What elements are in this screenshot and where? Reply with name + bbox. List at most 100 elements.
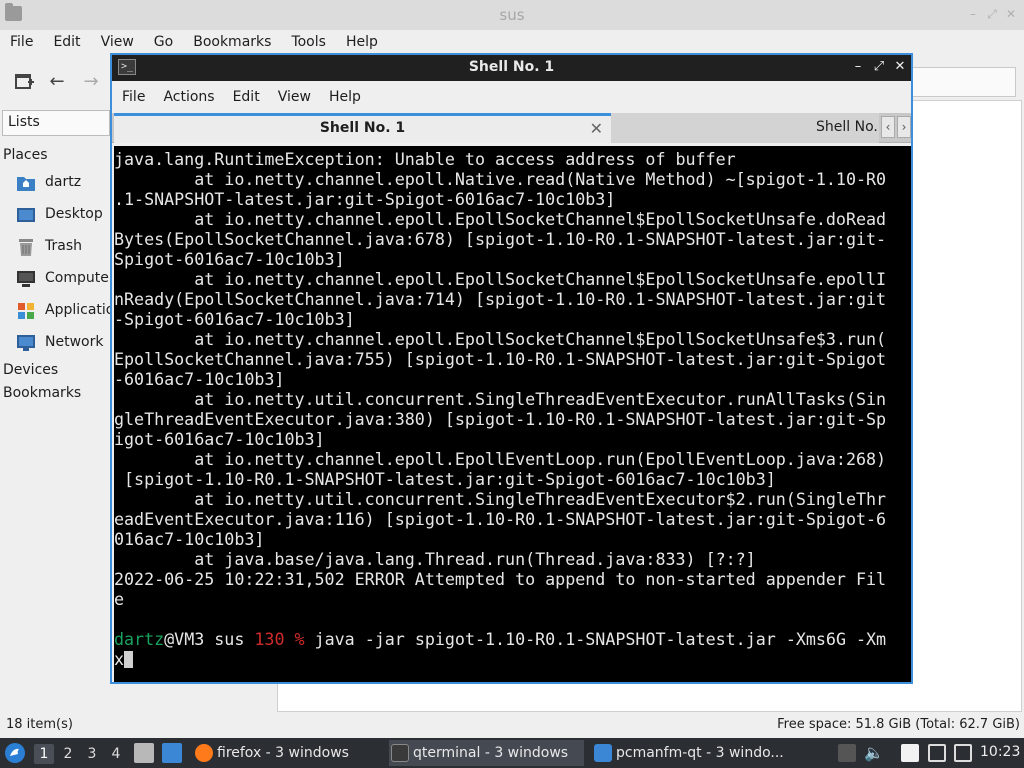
terminal-line: -Spigot-6016ac7-10c10b3] [114, 309, 355, 329]
terminal-line: 016ac7-10c10b3] [114, 529, 265, 549]
menu-edit[interactable]: Edit [223, 81, 268, 113]
firefox-icon [195, 744, 213, 762]
sidebar-item-trash[interactable]: Trash [16, 235, 116, 261]
path-bar[interactable] [908, 67, 1016, 97]
menu-view[interactable]: View [268, 81, 319, 113]
terminal-line: at java.base/java.lang.Thread.run(Thread… [114, 549, 756, 569]
terminal-menubar: File Actions Edit View Help [112, 81, 911, 113]
prompt-continuation-line: x [114, 649, 886, 669]
taskbar-task-qterminal[interactable]: qterminal - 3 windows [389, 740, 584, 766]
file-manager-title: sus [499, 6, 525, 24]
terminal-line: ​ [114, 609, 886, 629]
status-free-space: Free space: 51.8 GiB (Total: 62.7 GiB) [777, 717, 1020, 732]
task-label: qterminal - 3 windows [413, 745, 569, 761]
devices-heading[interactable]: Devices [3, 362, 58, 378]
desktop-switch-2[interactable]: 2 [58, 744, 78, 764]
desktop-switch-4[interactable]: 4 [106, 744, 126, 764]
display-icon[interactable] [928, 744, 946, 762]
sidebar-item-label: Trash [45, 238, 82, 254]
minimize-icon[interactable]: – [966, 7, 980, 21]
terminal-line: [spigot-1.10-R0.1-SNAPSHOT-latest.jar:gi… [114, 469, 776, 489]
maximize-icon[interactable]: ⤢ [985, 7, 999, 21]
tab-shell-2[interactable]: Shell No. 2 [611, 113, 879, 143]
terminal-line: at io.netty.channel.epoll.EpollSocketCha… [114, 329, 887, 349]
desktop-switch-1[interactable]: 1 [34, 744, 54, 764]
menu-go[interactable]: Go [144, 30, 183, 55]
sidebar-item-network[interactable]: Network [16, 331, 116, 357]
file-manager-launcher-icon[interactable] [134, 743, 154, 763]
places-heading[interactable]: Places [3, 147, 48, 163]
terminal-titlebar[interactable]: >_ Shell No. 1 – ⤢ ✕ [112, 55, 911, 81]
sidebar-item-label: dartz [45, 174, 82, 190]
side-panel-mode-label: Lists [8, 114, 40, 130]
tab-scroll-right-icon[interactable]: › [897, 116, 911, 138]
tab-shell-1[interactable]: Shell No. 1 ✕ [114, 113, 611, 143]
file-manager-menubar: File Edit View Go Bookmarks Tools Help [0, 30, 1024, 55]
prompt-user: dartz [114, 629, 165, 649]
terminal-line: at io.netty.channel.epoll.Native.read(Na… [114, 169, 887, 189]
side-panel-mode-select[interactable]: Lists [2, 110, 110, 136]
close-icon[interactable]: ✕ [1004, 7, 1018, 21]
menu-help[interactable]: Help [336, 30, 388, 55]
taskbar-task-pcmanfm[interactable]: pcmanfm-qt - 3 windo... [592, 740, 792, 766]
terminal-icon [391, 744, 409, 762]
volume-icon[interactable]: 🔈 [864, 744, 884, 762]
home-folder-icon [17, 177, 35, 191]
menu-view[interactable]: View [91, 30, 144, 55]
sidebar-item-dartz[interactable]: dartz [16, 171, 116, 197]
bookmarks-heading[interactable]: Bookmarks [3, 385, 81, 401]
maximize-icon[interactable]: ⤢ [871, 59, 887, 75]
terminal-line: java.lang.RuntimeException: Unable to ac… [114, 149, 736, 169]
menu-edit[interactable]: Edit [43, 30, 90, 55]
computer-icon [17, 271, 35, 287]
sidebar-item-label: Desktop [45, 206, 103, 222]
show-desktop-icon[interactable] [162, 743, 182, 763]
back-arrow-icon[interactable]: ← [46, 71, 68, 93]
start-menu-icon[interactable] [4, 738, 28, 768]
network-status-icon[interactable] [954, 744, 972, 762]
menu-help[interactable]: Help [319, 81, 369, 113]
taskbar-task-firefox[interactable]: firefox - 3 windows [193, 740, 383, 766]
tab-scroll-left-icon[interactable]: ‹ [881, 116, 895, 138]
terminal-line: nReady(EpollSocketChannel.java:714) [spi… [114, 289, 887, 309]
sidebar-item-computer[interactable]: Computer [16, 267, 116, 293]
status-item-count: 18 item(s) [6, 717, 73, 732]
menu-file[interactable]: File [0, 30, 43, 55]
menu-file[interactable]: File [112, 81, 153, 113]
network-icon [17, 335, 35, 351]
clock[interactable]: 10:23 [980, 744, 1020, 760]
clipboard-icon[interactable] [901, 744, 919, 762]
menu-tools[interactable]: Tools [281, 30, 336, 55]
forward-arrow-icon[interactable]: → [80, 71, 102, 93]
text-cursor [124, 651, 134, 668]
folder-icon [594, 744, 612, 762]
prompt-line: dartz@VM3 sus 130 % java -jar spigot-1.1… [114, 629, 886, 649]
terminal-output[interactable]: java.lang.RuntimeException: Unable to ac… [114, 146, 911, 682]
terminal-line: Bytes(EpollSocketChannel.java:678) [spig… [114, 229, 887, 249]
terminal-line: at io.netty.util.concurrent.SingleThread… [114, 389, 887, 409]
minimize-icon[interactable]: – [850, 59, 866, 75]
prompt-host: @VM3 sus [164, 629, 255, 649]
close-icon[interactable]: ✕ [892, 59, 908, 75]
menu-actions[interactable]: Actions [153, 81, 222, 113]
sidebar-item-desktop[interactable]: Desktop [16, 203, 116, 229]
sidebar-item-label: Network [45, 334, 104, 350]
terminal-line: igot-6016ac7-10c10b3] [114, 429, 325, 449]
close-tab-icon[interactable]: ✕ [590, 119, 603, 138]
storage-icon[interactable] [838, 744, 856, 762]
applications-icon [18, 303, 34, 319]
terminal-text: java.lang.RuntimeException: Unable to ac… [114, 149, 886, 669]
new-tab-icon[interactable] [13, 71, 35, 93]
terminal-line: -6016ac7-10c10b3] [114, 369, 285, 389]
task-label: pcmanfm-qt - 3 windo... [616, 745, 784, 761]
desktop-switch-3[interactable]: 3 [82, 744, 102, 764]
sidebar-item-applications[interactable]: Applications [16, 299, 131, 325]
file-manager-titlebar[interactable]: sus – ⤢ ✕ [0, 0, 1024, 30]
menu-bookmarks[interactable]: Bookmarks [183, 30, 281, 55]
tab-label: Shell No. 2 [816, 119, 879, 135]
desktop-icon [17, 208, 35, 222]
prompt-command: java -jar spigot-1.10-R0.1-SNAPSHOT-late… [304, 629, 887, 649]
prompt-continuation: x [114, 649, 125, 669]
terminal-window: >_ Shell No. 1 – ⤢ ✕ File Actions Edit V… [110, 53, 913, 684]
terminal-line: EpollSocketChannel.java:755) [spigot-1.1… [114, 349, 887, 369]
